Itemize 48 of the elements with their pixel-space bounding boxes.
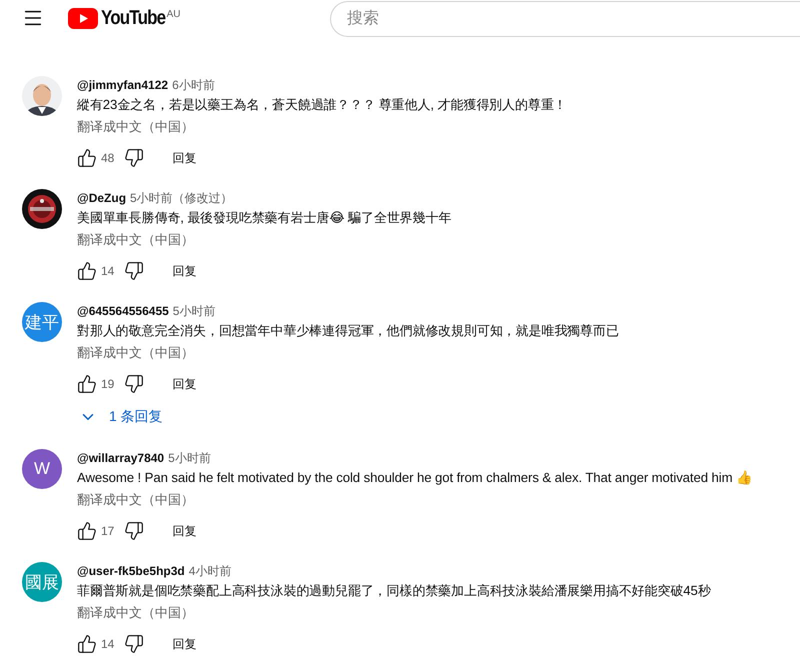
comment-time[interactable]: 6小时前	[172, 76, 215, 94]
comment-text: 美國單車長勝傳奇, 最後發現吃禁藥有岩士唐😂 騙了全世界幾十年	[77, 209, 452, 227]
dislike-icon[interactable]	[124, 374, 144, 394]
like-icon[interactable]	[77, 261, 97, 281]
comment-time[interactable]: 5小时前	[172, 302, 216, 320]
dislike-icon[interactable]	[124, 148, 144, 168]
reply-button[interactable]: 回复	[164, 256, 204, 286]
dislike-icon[interactable]	[124, 521, 144, 541]
comment-text: 菲爾普斯就是個吃禁藥配上高科技泳裝的過動兒罷了，同樣的禁藥加上高科技泳裝給潘展樂用搞不好能突破45秒	[77, 582, 711, 600]
reply-button[interactable]: 回复	[164, 630, 204, 658]
comment-author[interactable]: @willarray7840	[77, 451, 164, 465]
translate-link[interactable]: 翻译成中文（中国）	[77, 489, 194, 511]
reply-button[interactable]: 回复	[164, 516, 204, 546]
replies-button[interactable]: 1 条回复	[75, 400, 167, 434]
translate-link[interactable]: 翻译成中文（中国）	[77, 342, 194, 364]
like-count: 14	[101, 264, 114, 278]
like-count: 19	[101, 377, 114, 391]
comment-time[interactable]: 4小时前	[188, 562, 232, 580]
comment-author[interactable]: @DeZug	[77, 191, 126, 205]
like-count: 14	[101, 637, 114, 651]
comment-author[interactable]: @645564556455	[77, 304, 169, 318]
region-label: AU	[166, 8, 180, 20]
reply-button[interactable]: 回复	[164, 144, 204, 172]
comment-time[interactable]: 5小时前（修改过）	[130, 190, 233, 206]
comment-text: Awesome ! Pan said he felt motivated by the cold shoulder he got from chalmers & alex. That anger motivated him 👍	[77, 469, 752, 487]
dislike-icon[interactable]	[124, 261, 144, 281]
translate-link[interactable]: 翻译成中文（中国）	[77, 602, 194, 624]
comment-author[interactable]: @user-fk5be5hp3d	[77, 564, 185, 578]
like-icon[interactable]	[77, 521, 97, 541]
comment-author[interactable]: @jimmyfan4122	[77, 78, 168, 92]
logo-text[interactable]: YouTube	[101, 6, 166, 30]
reply-button[interactable]: 回复	[164, 370, 204, 398]
comment-text: 縱有23金之名，若是以藥王為名，蒼天饒過誰？？？ 尊重他人, 才能獲得別人的尊重！	[77, 96, 567, 114]
play-logo-icon[interactable]	[68, 8, 98, 28]
like-icon[interactable]	[77, 374, 97, 394]
translate-link[interactable]: 翻译成中文（中国）	[77, 229, 194, 251]
like-icon[interactable]	[77, 634, 97, 654]
like-count: 48	[101, 151, 114, 165]
avatar[interactable]: 建平	[22, 302, 62, 342]
like-count: 17	[101, 524, 114, 538]
translate-link[interactable]: 翻译成中文（中国）	[77, 116, 194, 138]
avatar[interactable]: W	[22, 449, 62, 489]
comment-text: 對那人的敬意完全消失，回想當年中華少棒連得冠軍，他們就修改規則可知，就是唯我獨尊而已	[77, 322, 619, 340]
comment-time[interactable]: 5小时前	[168, 450, 211, 466]
avatar[interactable]: 國展	[22, 562, 62, 602]
search-field[interactable]: 搜索	[330, 1, 800, 37]
dislike-icon[interactable]	[124, 634, 144, 654]
like-icon[interactable]	[77, 148, 97, 168]
